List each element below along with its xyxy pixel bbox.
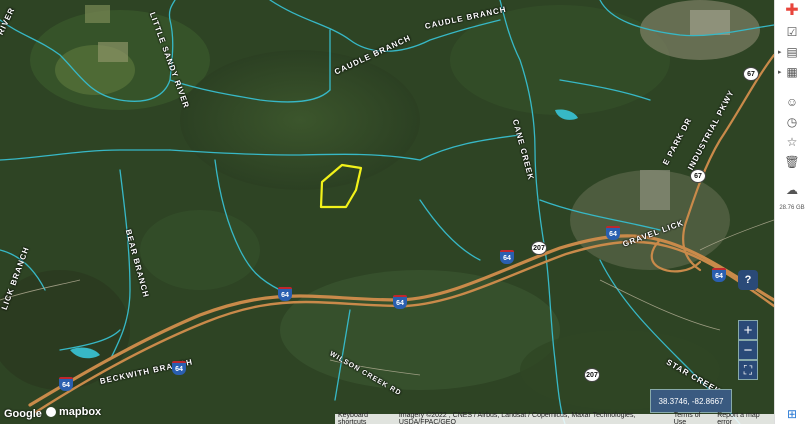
i64-shield: 64: [606, 226, 620, 240]
contacts-icon[interactable]: ☺: [775, 92, 808, 112]
zoom-out-button[interactable]: −: [738, 340, 758, 360]
browser-side-panel: ✚ ☑ ▸ ▤ ▸ ▦ ☺ ◷ ☆ 🗑 ☁ 28.76 GB ⊞: [774, 0, 808, 424]
fullscreen-button[interactable]: ⛶: [738, 360, 758, 380]
i64-shield: 64: [59, 377, 73, 391]
zoom-in-button[interactable]: +: [738, 320, 758, 340]
mapbox-icon: [46, 407, 56, 417]
cloud-icon[interactable]: ☁: [775, 180, 808, 200]
satellite-imagery: [0, 0, 774, 424]
windows-icon[interactable]: ⊞: [775, 404, 808, 424]
i64-shield: 64: [712, 268, 726, 282]
imagery-credit: Imagery ©2022 , CNES / Airbus, Landsat /…: [398, 412, 636, 424]
mapbox-logo[interactable]: mapbox: [46, 406, 101, 418]
route-67-shield: 67: [743, 67, 759, 81]
tasks-icon[interactable]: ☑: [775, 22, 808, 42]
keyboard-shortcuts-link[interactable]: Keyboard shortcuts: [338, 412, 393, 424]
report-error-link[interactable]: Report a map error: [717, 412, 771, 424]
i64-shield: 64: [278, 287, 292, 301]
i64-shield: 64: [393, 295, 407, 309]
trash-icon[interactable]: 🗑: [775, 152, 808, 172]
i64-shield: 64: [500, 250, 514, 264]
expand-arrow-icon: ▸: [778, 49, 782, 56]
route-67-shield: 67: [690, 169, 706, 183]
add-icon[interactable]: ✚: [775, 0, 808, 20]
attribution-bar: Keyboard shortcuts Imagery ©2022 , CNES …: [335, 412, 774, 424]
calendar-icon[interactable]: ▸ ▦: [775, 62, 808, 82]
star-icon[interactable]: ☆: [775, 132, 808, 152]
i64-shield: 64: [172, 361, 186, 375]
storage-label: 28.76 GB: [779, 205, 805, 211]
route-207-shield: 207: [584, 368, 600, 382]
help-button[interactable]: ?: [738, 270, 758, 290]
map-canvas[interactable]: RIVER LITTLE SANDY RIVER CAUDLE BRANCH C…: [0, 0, 774, 424]
notes-icon[interactable]: ▸ ▤: [775, 42, 808, 62]
coordinates-readout: 38.3746, -82.8667: [650, 389, 732, 413]
route-207-shield: 207: [531, 241, 547, 255]
google-logo: Google: [4, 408, 42, 420]
expand-arrow-icon: ▸: [778, 69, 782, 76]
terms-link[interactable]: Terms of Use: [674, 412, 712, 424]
history-icon[interactable]: ◷: [775, 112, 808, 132]
